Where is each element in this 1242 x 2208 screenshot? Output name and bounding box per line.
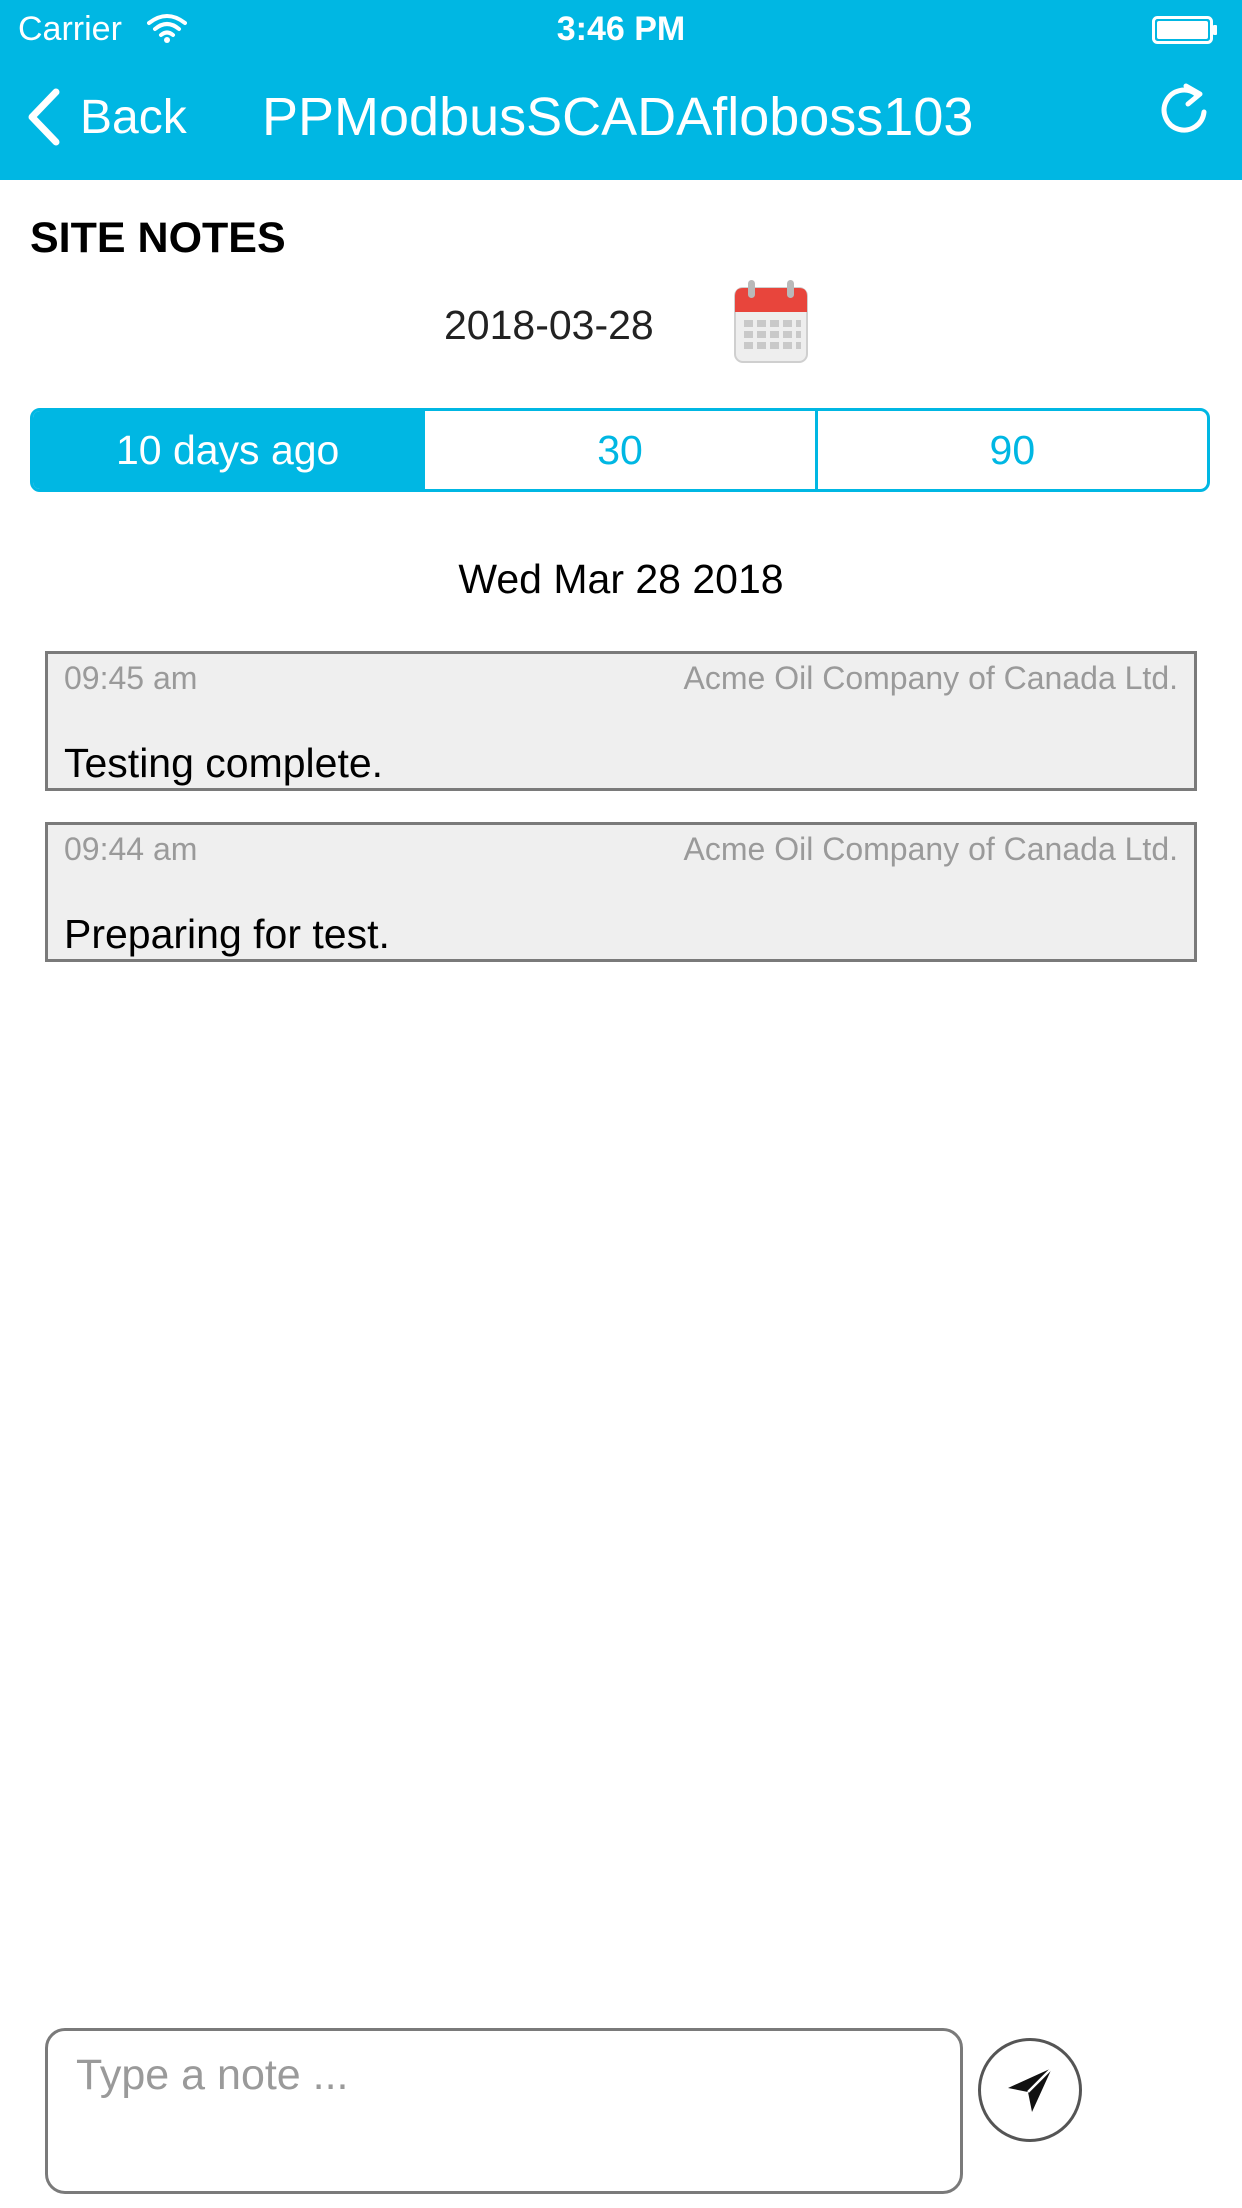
- navigation-bar: Back PPModbusSCADAfloboss103: [0, 60, 1242, 180]
- note-card: 09:44 am Acme Oil Company of Canada Ltd.…: [45, 822, 1197, 962]
- note-time: 09:44 am: [64, 831, 198, 867]
- note-input[interactable]: [45, 2028, 963, 2194]
- back-label: Back: [80, 90, 187, 144]
- section-title: SITE NOTES: [30, 214, 286, 262]
- note-card: 09:45 am Acme Oil Company of Canada Ltd.…: [45, 651, 1197, 791]
- send-icon: [1008, 2067, 1053, 2112]
- battery-icon: [1152, 16, 1217, 44]
- chevron-left-icon: [28, 88, 60, 146]
- note-text: Preparing for test.: [64, 911, 390, 957]
- status-time: 3:46 PM: [556, 10, 686, 48]
- notes-day-heading: Wed Mar 28 2018: [458, 556, 784, 602]
- send-button[interactable]: [978, 2038, 1082, 2142]
- back-button[interactable]: Back: [26, 82, 187, 152]
- selected-date[interactable]: 2018-03-28: [444, 302, 654, 349]
- range-segmented-control: 10 days ago 30 90: [30, 408, 1210, 492]
- refresh-icon[interactable]: [1156, 80, 1212, 142]
- note-text: Testing complete.: [64, 740, 384, 786]
- tab-30-days[interactable]: 30: [422, 411, 814, 489]
- status-bar: Carrier 3:46 PM: [0, 0, 1242, 60]
- calendar-icon[interactable]: [732, 278, 810, 366]
- note-time: 09:45 am: [64, 660, 198, 696]
- tab-90-days[interactable]: 90: [814, 411, 1207, 489]
- note-company: Acme Oil Company of Canada Ltd.: [683, 660, 1178, 696]
- note-company: Acme Oil Company of Canada Ltd.: [683, 831, 1178, 867]
- page-title: PPModbusSCADAfloboss103: [262, 87, 974, 147]
- tab-10-days[interactable]: 10 days ago: [33, 411, 423, 489]
